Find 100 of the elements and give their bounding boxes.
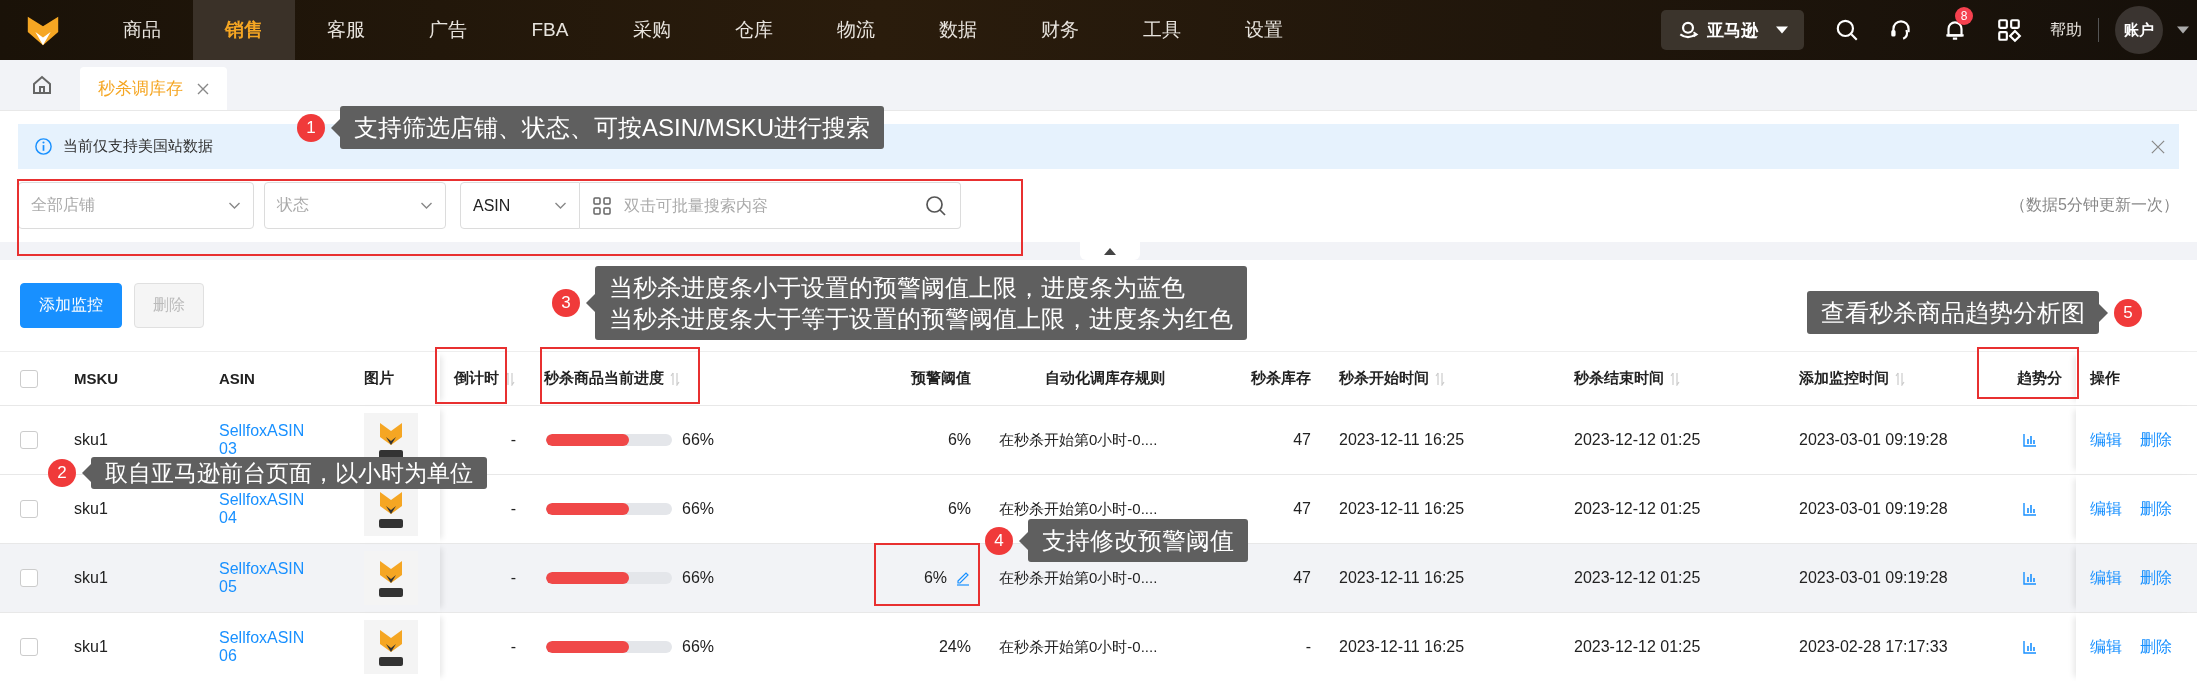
table-cell: -: [1305, 638, 1311, 656]
table-cell: 2023-12-11 16:25: [1339, 500, 1465, 518]
account-avatar[interactable]: 账户: [2115, 6, 2163, 54]
column-header: 自动化调库存规则: [1045, 369, 1165, 388]
callout-text: 查看秒杀商品趋势分析图: [1821, 298, 2085, 328]
nav-item[interactable]: 仓库: [703, 0, 805, 60]
progress-value: 66%: [682, 638, 715, 656]
search-type-select[interactable]: ASIN: [460, 182, 580, 229]
select-all-checkbox[interactable]: [20, 369, 38, 388]
column-header: 图片: [364, 369, 394, 388]
column-header: 秒杀库存: [1251, 369, 1311, 388]
edit-link[interactable]: 编辑: [2090, 429, 2122, 451]
grid-icon[interactable]: [592, 195, 612, 216]
notification-badge: 8: [1955, 7, 1973, 25]
table-cell: 2023-12-12 01:25: [1574, 569, 1701, 587]
column-header: 秒杀商品当前进度: [544, 369, 664, 388]
asin-link[interactable]: SellfoxASIN04: [219, 490, 307, 528]
table-cell: 2023-12-11 16:25: [1339, 569, 1465, 587]
help-link[interactable]: 帮助: [2050, 19, 2082, 41]
row-checkbox[interactable]: [20, 431, 38, 449]
search-input[interactable]: 双击可批量搜索内容: [622, 195, 914, 216]
table-cell: -: [510, 569, 516, 587]
chevron-down-icon: [420, 201, 433, 210]
close-icon[interactable]: [2151, 139, 2165, 154]
delete-link[interactable]: 删除: [2140, 498, 2172, 520]
smile-arrow-icon: [1677, 19, 1699, 41]
asin-link[interactable]: SellfoxASIN05: [219, 559, 307, 597]
bar-chart-icon[interactable]: [2023, 640, 2037, 654]
caret-icon[interactable]: [2177, 26, 2189, 34]
chevron-down-icon: [554, 201, 567, 210]
search-field[interactable]: 双击可批量搜索内容: [580, 182, 961, 229]
table-cell: 47: [1293, 500, 1311, 518]
table-cell: 2023-03-01 09:19:28: [1799, 500, 1948, 518]
close-icon[interactable]: [197, 82, 209, 95]
table-cell: 2023-12-12 01:25: [1574, 431, 1701, 449]
row-checkbox[interactable]: [20, 569, 38, 587]
nav-item[interactable]: 财务: [1009, 0, 1111, 60]
nav-item[interactable]: 广告: [397, 0, 499, 60]
bar-chart-icon[interactable]: [2023, 433, 2037, 447]
column-header: 秒杀结束时间: [1574, 369, 1664, 388]
delete-link[interactable]: 删除: [2140, 429, 2172, 451]
search-icon[interactable]: [924, 193, 948, 218]
asin-link[interactable]: SellfoxASIN03: [219, 421, 307, 459]
bar-chart-icon[interactable]: [2023, 571, 2037, 585]
column-header: ASIN: [219, 370, 255, 387]
nav-item[interactable]: 商品: [91, 0, 193, 60]
table-cell: -: [510, 431, 516, 449]
search-icon[interactable]: [1834, 17, 1860, 43]
status-select[interactable]: 状态: [264, 182, 446, 229]
edit-link[interactable]: 编辑: [2090, 636, 2122, 658]
pencil-icon[interactable]: [955, 570, 971, 586]
progress-value: 66%: [682, 569, 715, 587]
column-header: MSKU: [74, 370, 119, 387]
callout-text: 当秒杀进度条小于设置的预警阈值上限，进度条为蓝色: [609, 273, 1186, 303]
threshold-value: 24%: [938, 638, 971, 656]
edit-link[interactable]: 编辑: [2090, 567, 2122, 589]
nav-item[interactable]: 物流: [805, 0, 907, 60]
home-icon[interactable]: [30, 73, 54, 97]
nav-item[interactable]: 采购: [601, 0, 703, 60]
marketplace-selector[interactable]: 亚马逊: [1661, 10, 1804, 50]
table-cell: -: [510, 638, 516, 656]
page-tab[interactable]: 秒杀调库存: [80, 67, 227, 110]
nav-item[interactable]: FBA: [499, 0, 601, 60]
nav-item[interactable]: 客服: [295, 0, 397, 60]
table-cell: sku1: [74, 569, 108, 587]
delete-link[interactable]: 删除: [2140, 636, 2172, 658]
sort-icon[interactable]: [505, 371, 515, 386]
add-monitor-button[interactable]: 添加监控: [20, 283, 122, 328]
nav-item[interactable]: 数据: [907, 0, 1009, 60]
callout-text: 支持筛选店铺、状态、可按ASIN/MSKU进行搜索: [354, 113, 871, 143]
column-header: 秒杀开始时间: [1339, 369, 1429, 388]
table-cell: 2023-03-01 09:19:28: [1799, 431, 1948, 449]
highlight-frame: [435, 347, 507, 404]
edit-link[interactable]: 编辑: [2090, 498, 2122, 520]
table-cell: 47: [1293, 431, 1311, 449]
nav-item[interactable]: 工具: [1111, 0, 1213, 60]
step-number-badge: 5: [2114, 298, 2142, 327]
table-cell: 2023-12-12 01:25: [1574, 500, 1701, 518]
row-checkbox[interactable]: [20, 638, 38, 656]
bar-chart-icon[interactable]: [2023, 502, 2037, 516]
row-checkbox[interactable]: [20, 500, 38, 518]
step-number-badge: 4: [985, 526, 1013, 555]
asin-link[interactable]: SellfoxASIN06: [219, 628, 307, 666]
table-cell: 2023-12-11 16:25: [1339, 431, 1465, 449]
nav-item[interactable]: 设置: [1213, 0, 1315, 60]
notice-text: 当前仅支持美国站数据: [63, 137, 213, 156]
callout-text: 当秒杀进度条大于等于设置的预警阈值上限，进度条为红色: [609, 304, 1233, 335]
column-header: 倒计时: [454, 369, 499, 388]
table-cell: 2023-12-12 01:25: [1574, 638, 1701, 656]
table-cell: 在秒杀开始第0小时-0....: [999, 499, 1158, 519]
delete-link[interactable]: 删除: [2140, 567, 2172, 589]
chevron-down-icon: [228, 201, 241, 210]
table-cell: 2023-12-11 16:25: [1339, 638, 1465, 656]
threshold-value: 6%: [947, 431, 971, 449]
nav-item[interactable]: 销售: [193, 0, 295, 60]
apps-grid-icon[interactable]: [1996, 17, 2022, 43]
column-header: 预警阈值: [911, 369, 971, 388]
column-header: 添加监控时间: [1799, 369, 1889, 388]
table-cell: 在秒杀开始第0小时-0....: [999, 568, 1158, 588]
column-header: 操作: [2090, 369, 2120, 388]
